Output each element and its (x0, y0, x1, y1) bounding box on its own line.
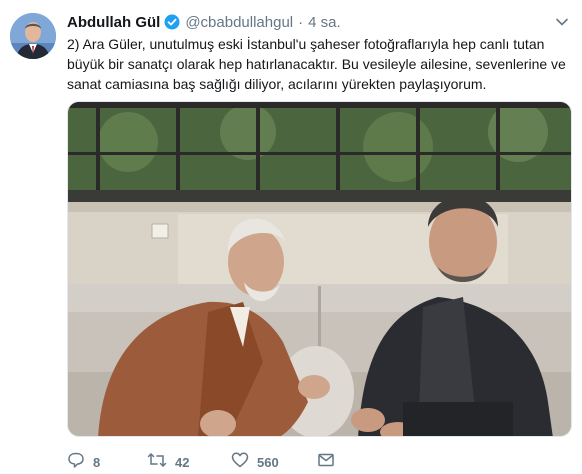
separator-dot: · (298, 13, 304, 31)
verified-badge-icon (164, 14, 180, 30)
envelope-icon (317, 451, 335, 474)
retweet-count: 42 (175, 454, 190, 470)
tweet-card[interactable]: Abdullah Gül @cbabdullahgul · 4 sa. 2) A… (0, 0, 582, 472)
like-count: 560 (257, 454, 279, 470)
tweet-text-line: 2) Ara Güler, unutulmuş eski İstanbul'u … (67, 36, 545, 52)
author-name[interactable]: Abdullah Gül (67, 14, 160, 31)
reply-button[interactable]: 8 (67, 451, 147, 474)
retweet-button[interactable]: 42 (147, 451, 231, 474)
author-handle[interactable]: @cbabdullahgul (185, 14, 293, 31)
retweet-icon (147, 451, 167, 474)
tweet-timestamp[interactable]: 4 sa. (308, 14, 341, 31)
like-button[interactable]: 560 (231, 451, 317, 474)
tweet-text-line: sanat camiasına baş sağlığı diliyor, acı… (67, 76, 487, 92)
chevron-down-icon[interactable] (554, 14, 570, 30)
tweet-text: 2) Ara Güler, unutulmuş eski İstanbul'u … (67, 34, 572, 94)
heart-icon (231, 451, 249, 474)
tweet-header: Abdullah Gül @cbabdullahgul · 4 sa. (67, 12, 341, 32)
photo-image (68, 102, 571, 436)
tweet-actions: 8 42 560 (67, 451, 335, 473)
author-avatar[interactable] (10, 13, 56, 59)
reply-icon (67, 451, 85, 474)
reply-count: 8 (93, 454, 101, 470)
tweet-text-line: büyük bir sanatçı olarak hep hatırlanaca… (67, 56, 566, 72)
avatar-image (10, 13, 56, 59)
direct-message-button[interactable] (317, 451, 335, 474)
tweet-photo[interactable] (67, 101, 572, 437)
